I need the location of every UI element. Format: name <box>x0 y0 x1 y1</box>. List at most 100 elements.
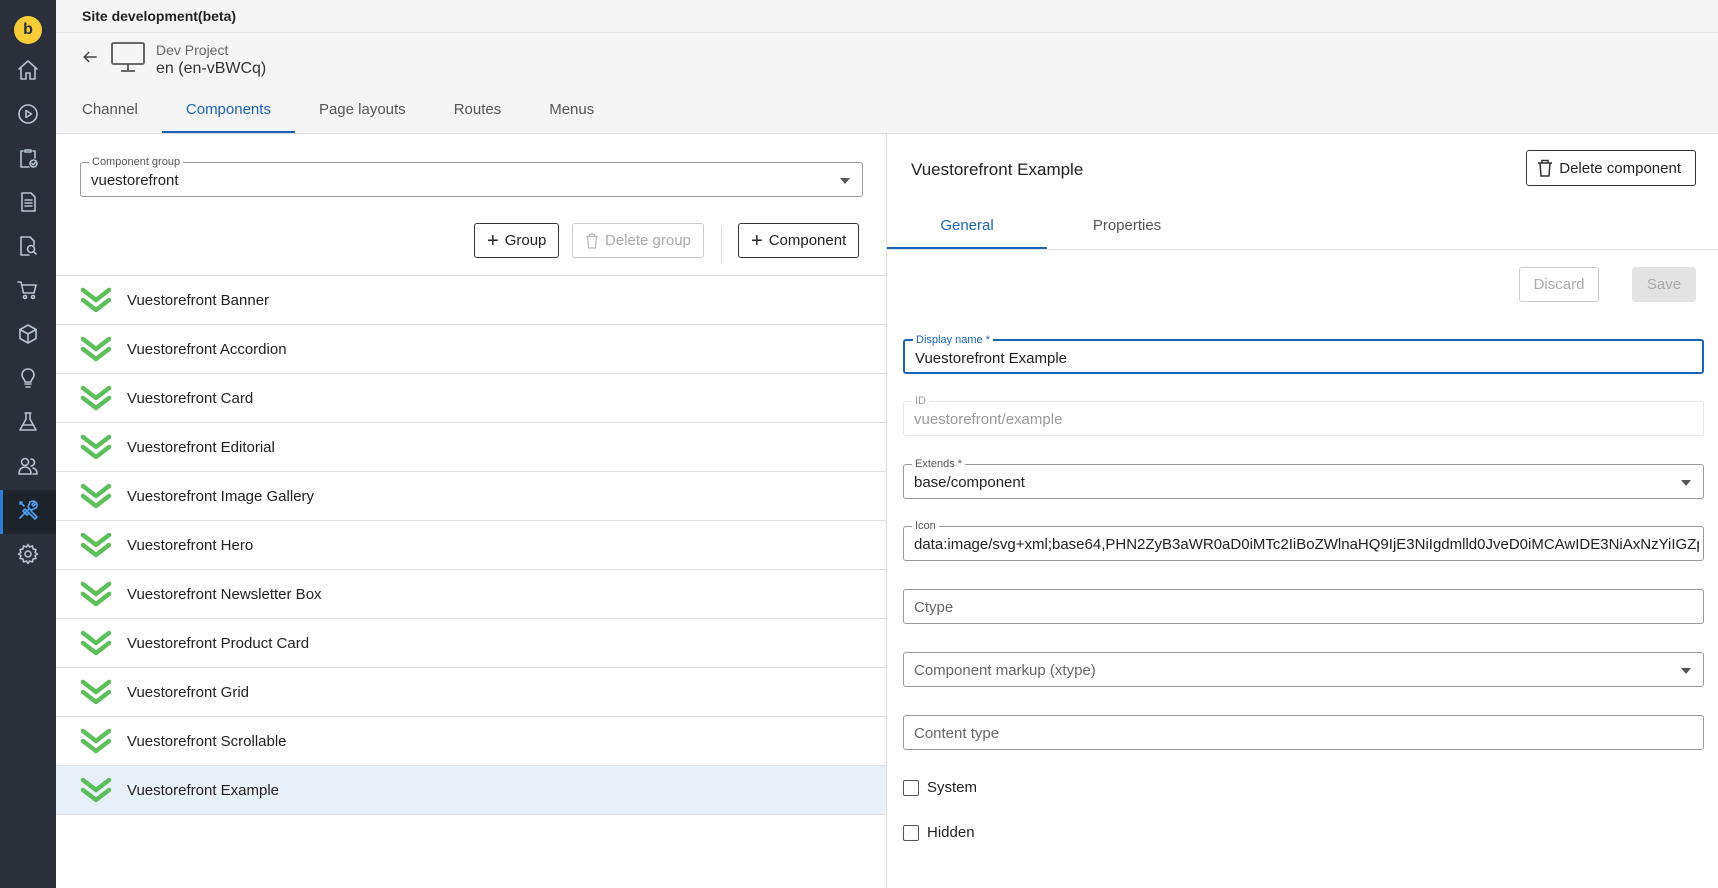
nav-audiences[interactable] <box>0 446 56 490</box>
bloomreach-logo[interactable]: b <box>14 16 42 44</box>
plus-icon: + <box>487 229 499 252</box>
monitor-icon <box>104 40 146 79</box>
trash-icon <box>585 233 599 249</box>
document-icon <box>16 190 40 219</box>
delete-group-button[interactable]: Delete group <box>572 223 704 258</box>
delete-component-label: Delete component <box>1559 159 1681 177</box>
component-group-select[interactable]: Component group vuestorefront <box>80 156 863 197</box>
component-chevron-icon <box>76 628 116 658</box>
add-group-button[interactable]: + Group <box>474 223 560 258</box>
component-title: Vuestorefront Example <box>911 160 1084 179</box>
hidden-checkbox[interactable]: Hidden <box>903 824 975 841</box>
component-name: Vuestorefront Hero <box>127 536 254 554</box>
add-component-label: Component <box>768 232 847 249</box>
nav-content[interactable] <box>0 182 56 226</box>
back-button[interactable] <box>76 46 104 74</box>
nav-home[interactable] <box>0 50 56 94</box>
icon-value: data:image/svg+xml;base64,PHN2ZyB3aWR0aD… <box>914 536 1699 553</box>
id-field: ID vuestorefront/example <box>903 395 1704 436</box>
add-component-button[interactable]: + Component <box>738 223 860 258</box>
component-row[interactable]: Vuestorefront Newsletter Box <box>56 570 886 619</box>
nav-insights[interactable] <box>0 358 56 402</box>
component-detail-panel: Vuestorefront Example Delete component G… <box>887 134 1718 888</box>
component-name: Vuestorefront Card <box>127 389 254 407</box>
divider <box>721 226 722 264</box>
component-row[interactable]: Vuestorefront Editorial <box>56 423 886 472</box>
trash-icon <box>1537 159 1559 177</box>
main-tabs: Channel Components Page layouts Routes M… <box>58 99 618 133</box>
icon-label: Icon <box>912 520 939 532</box>
tab-properties[interactable]: Properties <box>1047 204 1207 249</box>
display-name-label: Display name * <box>913 334 993 346</box>
content-type-placeholder: Content type <box>914 725 1000 742</box>
ctype-placeholder: Ctype <box>914 599 954 616</box>
nav-settings[interactable] <box>0 534 56 578</box>
caret-down-icon <box>840 178 850 184</box>
icon-field[interactable]: Icon data:image/svg+xml;base64,PHN2ZyB3a… <box>903 520 1704 561</box>
tab-menus[interactable]: Menus <box>525 99 618 133</box>
component-name: Vuestorefront Scrollable <box>127 732 287 750</box>
project-info: Dev Project en (en-vBWCq) <box>76 40 266 79</box>
id-label: ID <box>912 395 929 407</box>
nav-projects[interactable] <box>0 138 56 182</box>
component-row[interactable]: Vuestorefront Grid <box>56 668 886 717</box>
component-name: Vuestorefront Editorial <box>127 438 275 456</box>
system-label: System <box>927 779 978 796</box>
system-checkbox[interactable]: System <box>903 779 977 796</box>
delete-component-button[interactable]: Delete component <box>1526 150 1696 186</box>
component-row[interactable]: Vuestorefront Banner <box>56 276 886 325</box>
component-chevron-icon <box>76 775 116 805</box>
tools-icon <box>16 498 40 527</box>
plus-icon: + <box>751 229 763 252</box>
nav-catalog[interactable] <box>0 314 56 358</box>
content-type-field[interactable]: Content type <box>903 715 1704 750</box>
extends-select[interactable]: Extends * base/component <box>903 458 1704 499</box>
id-value: vuestorefront/example <box>914 411 1063 428</box>
nav-experiences[interactable] <box>0 94 56 138</box>
tab-general[interactable]: General <box>887 204 1047 249</box>
checkbox-box[interactable] <box>903 824 919 841</box>
nav-content-search[interactable] <box>0 226 56 270</box>
tab-components[interactable]: Components <box>161 99 295 133</box>
xtype-select[interactable]: Component markup (xtype) <box>903 652 1704 687</box>
component-name: Vuestorefront Grid <box>127 683 249 701</box>
component-row[interactable]: Vuestorefront Scrollable <box>56 717 886 766</box>
component-name: Vuestorefront Image Gallery <box>127 487 315 505</box>
component-row[interactable]: Vuestorefront Hero <box>56 521 886 570</box>
caret-down-icon <box>1681 480 1691 486</box>
checkbox-box[interactable] <box>903 779 919 796</box>
display-name-field[interactable]: Display name * Vuestorefront Example <box>903 334 1704 374</box>
component-name: Vuestorefront Product Card <box>127 634 310 652</box>
component-group-value: vuestorefront <box>91 172 179 189</box>
component-row[interactable]: Vuestorefront Product Card <box>56 619 886 668</box>
component-name: Vuestorefront Example <box>127 781 280 799</box>
caret-down-icon <box>1681 668 1691 674</box>
nav-commerce[interactable] <box>0 270 56 314</box>
component-row[interactable]: Vuestorefront Accordion <box>56 325 886 374</box>
component-name: Vuestorefront Accordion <box>127 340 287 358</box>
top-bar: Site development(beta) <box>56 0 1718 33</box>
component-row[interactable]: Vuestorefront Image Gallery <box>56 472 886 521</box>
app-title: Site development(beta) <box>82 8 237 24</box>
nav-site-development[interactable] <box>0 490 56 534</box>
home-icon <box>16 58 40 87</box>
save-button[interactable]: Save <box>1632 267 1696 302</box>
component-row[interactable]: Vuestorefront Example <box>56 766 886 815</box>
nav-experiments[interactable] <box>0 402 56 446</box>
gear-icon <box>16 542 40 571</box>
lightbulb-icon <box>16 366 40 395</box>
tab-page-layouts[interactable]: Page layouts <box>295 99 430 133</box>
arrow-left-icon <box>80 47 100 72</box>
component-row[interactable]: Vuestorefront Card <box>56 374 886 423</box>
tab-channel[interactable]: Channel <box>58 99 162 133</box>
ctype-field[interactable]: Ctype <box>903 589 1704 624</box>
cube-icon <box>16 322 40 351</box>
tab-routes[interactable]: Routes <box>430 99 526 133</box>
component-chevron-icon <box>76 677 116 707</box>
users-icon <box>16 454 40 483</box>
component-chevron-icon <box>76 579 116 609</box>
delete-group-label: Delete group <box>605 232 691 249</box>
component-list: Vuestorefront Banner Vuestorefront Accord… <box>56 275 886 815</box>
clipboard-check-icon <box>16 146 40 175</box>
discard-button[interactable]: Discard <box>1519 267 1599 302</box>
